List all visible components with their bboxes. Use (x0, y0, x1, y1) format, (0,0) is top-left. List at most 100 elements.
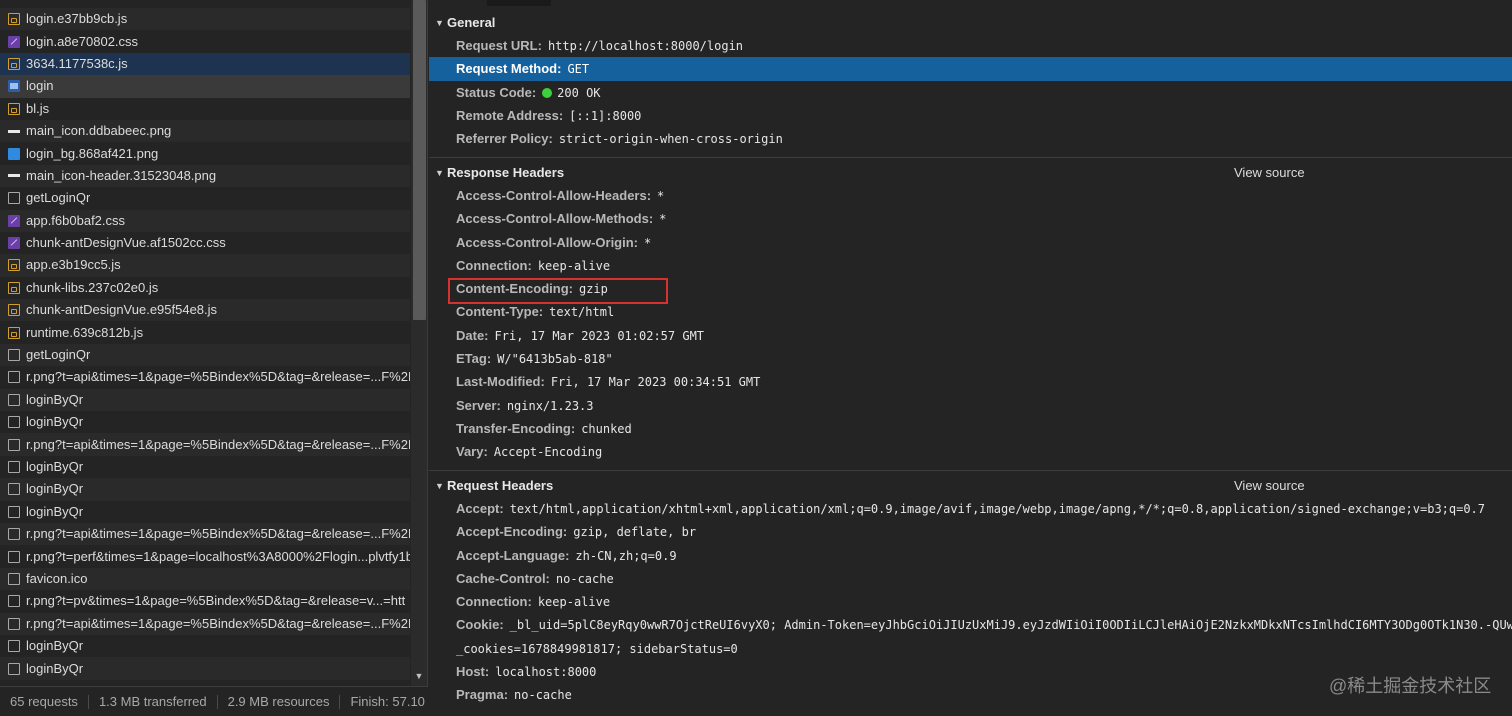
section-divider (429, 470, 1512, 471)
header-row-accept-encoding[interactable]: Accept-Encoding: gzip, deflate, br (429, 520, 1512, 543)
header-value: GET (567, 62, 590, 77)
header-row[interactable]: Last-Modified: Fri, 17 Mar 2023 00:34:51 … (429, 370, 1512, 393)
request-row[interactable]: login (0, 75, 410, 98)
request-row[interactable]: r.png?t=api&times=1&page=%5Bindex%5D&tag… (0, 522, 410, 546)
js-file-icon (8, 259, 20, 272)
image-icon (8, 129, 20, 133)
fetch-icon (8, 640, 20, 653)
header-name: Remote Address: (456, 107, 564, 123)
request-row[interactable]: r.png?t=api&times=1&page=%5Bindex%5D&tag… (0, 366, 410, 388)
collapse-triangle-icon[interactable]: ▼ (435, 162, 444, 184)
header-name: Access-Control-Allow-Headers: (456, 188, 652, 203)
header-row[interactable]: Vary: Accept-Encoding (429, 440, 1512, 463)
request-row[interactable]: r.png?t=api&times=1&page=%5Bindex%5D&tag… (0, 612, 410, 635)
js-file-icon (8, 102, 20, 115)
header-row[interactable]: Access-Control-Allow-Headers: * (429, 184, 1512, 207)
request-headers-title: Request Headers (447, 478, 554, 493)
request-name: chunk-antDesignVue.af1502cc.css (26, 235, 226, 251)
header-value: * (657, 189, 665, 203)
request-row[interactable]: getLoginQr (0, 187, 410, 209)
request-row[interactable]: r.png?t=api&times=1&page=%5Bindex%5D&tag… (0, 433, 410, 456)
request-row[interactable]: main_icon-header.31523048.png (0, 164, 410, 188)
header-row[interactable]: Request URL: http://localhost:8000/login (429, 34, 1512, 57)
network-status-bar: 65 requests 1.3 MB transferred 2.9 MB re… (0, 686, 435, 716)
request-row[interactable]: chunk-antDesignVue.e95f54e8.js (0, 299, 410, 322)
request-row[interactable]: favicon.ico (0, 567, 410, 591)
header-name: ETag: (456, 351, 492, 367)
header-row[interactable]: Access-Control-Allow-Methods: * (429, 207, 1512, 230)
header-row[interactable]: ETag: W/"6413b5ab-818" (429, 347, 1512, 370)
image-blue-icon (8, 147, 20, 160)
response-headers-header[interactable]: ▼ Response Headers View source (429, 162, 1512, 184)
request-row[interactable]: loginByQr (0, 388, 410, 412)
request-name: r.png?t=api&times=1&page=%5Bindex%5D&tag… (26, 615, 410, 631)
header-value: 200 OK (557, 85, 601, 100)
request-row[interactable]: chunk-libs.237c02e0.js (0, 277, 410, 299)
header-value: [::1]:8000 (569, 108, 642, 123)
header-value: nginx/1.23.3 (506, 398, 594, 413)
request-row[interactable]: loginByQr (0, 411, 410, 433)
request-row[interactable]: app.f6b0baf2.css (0, 209, 410, 232)
request-row[interactable]: loginByQr (0, 478, 410, 501)
header-name: Access-Control-Allow-Origin: (456, 234, 639, 250)
request-name: loginByQr (26, 660, 84, 676)
css-file-icon (8, 214, 20, 227)
scroll-down-arrow-icon[interactable]: ▼ (413, 670, 425, 682)
scrollbar-thumb[interactable] (413, 0, 426, 320)
request-name: main_icon.ddbabeec.png (26, 123, 172, 139)
header-row-accept-language[interactable]: Accept-Language: zh-CN,zh;q=0.9 (429, 544, 1512, 567)
header-row-cookie[interactable]: Cookie: _bl_uid=5plC8eyRqy0wwR7OjctReUI6v… (429, 613, 1512, 636)
request-headers-header[interactable]: ▼ Request Headers View source (429, 475, 1512, 497)
header-value: * (659, 212, 667, 227)
fetch-icon (8, 550, 20, 563)
fetch-icon (8, 505, 20, 518)
header-value: Fri, 17 Mar 2023 01:02:57 GMT (494, 328, 705, 343)
request-row[interactable]: login_bg.868af421.png (0, 142, 410, 164)
request-row[interactable]: main_icon.ddbabeec.png (0, 119, 410, 143)
request-row[interactable]: getLoginQr (0, 343, 410, 367)
request-row[interactable]: r.png?t=perf&times=1&page=localhost%3A80… (0, 545, 410, 567)
request-row[interactable]: login.e37bb9cb.js (0, 8, 410, 31)
header-row[interactable]: Access-Control-Allow-Origin: * (429, 231, 1512, 254)
fetch-icon (8, 528, 20, 541)
request-row[interactable]: runtime.639c812b.js (0, 321, 410, 343)
header-row[interactable]: Status Code: 200 OK (429, 81, 1512, 104)
request-view-source-link[interactable]: View source (1234, 475, 1305, 497)
header-row-accept[interactable]: Accept: text/html,application/xhtml+xml,a… (429, 497, 1512, 520)
request-row[interactable]: loginByQr (0, 456, 410, 478)
header-name: Access-Control-Allow-Methods: (456, 211, 654, 227)
header-row[interactable]: Date: Fri, 17 Mar 2023 01:02:57 GMT (429, 324, 1512, 347)
request-row[interactable]: bl.js (0, 98, 410, 120)
header-name: Connection: (456, 257, 532, 273)
collapse-triangle-icon[interactable]: ▼ (435, 12, 444, 34)
request-row[interactable]: app.e3b19cc5.js (0, 254, 410, 277)
header-row[interactable]: Referrer Policy: strict-origin-when-cross… (429, 127, 1512, 150)
header-row[interactable]: Connection: keep-alive (429, 254, 1512, 277)
headers-panel: ▼ General Request URL: http://localhost:8… (429, 0, 1512, 716)
header-row-cache-control[interactable]: Cache-Control: no-cache (429, 567, 1512, 590)
js-file-icon (8, 57, 20, 70)
fetch-icon (8, 617, 20, 630)
header-name: Request URL: (456, 38, 542, 53)
request-name: r.png?t=pv&times=1&page=%5Bindex%5D&tag=… (26, 593, 406, 609)
header-row[interactable]: Server: nginx/1.23.3 (429, 394, 1512, 417)
request-row[interactable]: 3634.1177538c.js (0, 52, 410, 76)
request-row[interactable]: loginByQr (0, 501, 410, 523)
request-row[interactable]: login.a8e70802.css (0, 30, 410, 52)
general-section-header[interactable]: ▼ General (429, 12, 1512, 34)
fetch-icon (8, 461, 20, 473)
header-row-connection[interactable]: Connection: keep-alive (429, 590, 1512, 613)
general-rows: Request URL: http://localhost:8000/login R… (429, 34, 1512, 150)
fetch-icon (8, 662, 20, 675)
response-view-source-link[interactable]: View source (1234, 162, 1305, 184)
css-file-icon (8, 35, 20, 48)
css-file-icon (8, 237, 20, 250)
request-row[interactable]: r.png?t=pv&times=1&page=%5Bindex%5D&tag=… (0, 590, 410, 612)
request-row[interactable]: chunk-antDesignVue.af1502cc.css (0, 232, 410, 254)
header-row[interactable]: Remote Address: [::1]:8000 (429, 104, 1512, 127)
header-row[interactable]: Transfer-Encoding: chunked (429, 417, 1512, 440)
request-row[interactable]: loginByQr (0, 657, 410, 680)
request-row[interactable]: loginByQr (0, 635, 410, 657)
header-row[interactable]: Request Method: GET (429, 57, 1512, 81)
collapse-triangle-icon[interactable]: ▼ (435, 475, 444, 497)
